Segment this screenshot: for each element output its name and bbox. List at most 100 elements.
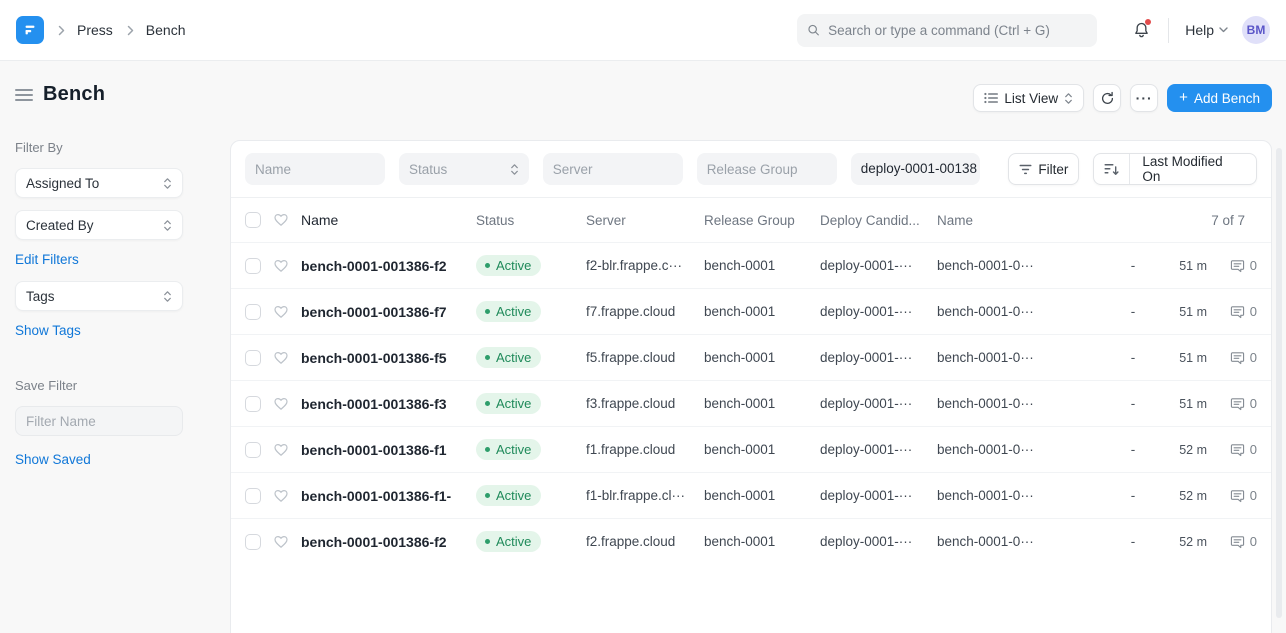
table-row[interactable]: bench-0001-001386-f1 Active f1.frappe.cl… [231,426,1271,472]
created-by-label: Created By [26,218,94,233]
name2-cell: bench-0001-0··· [937,304,1077,319]
column-name[interactable]: Name [301,212,338,228]
deploy-candidate-filter-input[interactable]: deploy-0001-00138 [851,153,981,185]
favorite-icon[interactable] [273,442,301,458]
row-checkbox[interactable] [245,534,261,550]
search-input[interactable] [828,23,1087,38]
favorite-icon[interactable] [273,488,301,504]
favorite-icon[interactable] [273,534,301,550]
filter-name-input[interactable] [15,406,183,436]
comments-cell[interactable]: 0 [1207,258,1257,273]
status-label: Active [496,442,531,457]
table-row[interactable]: bench-0001-001386-f2 Active f2.frappe.cl… [231,518,1271,564]
table-row[interactable]: bench-0001-001386-f2 Active f2-blr.frapp… [231,242,1271,288]
deploy-info-cell: - [1115,258,1151,273]
created-by-select[interactable]: Created By [15,210,183,240]
table-row[interactable]: bench-0001-001386-f3 Active f3.frappe.cl… [231,380,1271,426]
status-dot-icon [485,447,490,452]
sort-field-label: Last Modified On [1130,154,1256,184]
status-badge: Active [476,439,541,460]
column-server[interactable]: Server [586,213,704,228]
filter-by-label: Filter By [15,140,183,155]
page-header: Bench [15,83,105,106]
comments-cell[interactable]: 0 [1207,442,1257,457]
status-label: Active [496,488,531,503]
sidebar-toggle-icon[interactable] [15,87,33,103]
column-release-group[interactable]: Release Group [704,213,820,228]
column-name2[interactable]: Name [937,213,1077,228]
status-filter-label: Status [409,162,447,177]
bench-name[interactable]: bench-0001-001386-f2 [301,258,447,274]
row-checkbox[interactable] [245,488,261,504]
row-checkbox[interactable] [245,442,261,458]
table-row[interactable]: bench-0001-001386-f7 Active f7.frappe.cl… [231,288,1271,334]
comments-cell[interactable]: 0 [1207,534,1257,549]
row-checkbox[interactable] [245,258,261,274]
more-options-button[interactable]: ··· [1130,84,1158,112]
column-status[interactable]: Status [476,213,586,228]
comments-cell[interactable]: 0 [1207,304,1257,319]
sort-button[interactable]: Last Modified On [1093,153,1257,185]
modified-cell: 52 m [1151,535,1207,549]
deploy-info-cell: - [1115,534,1151,549]
release-group-cell: bench-0001 [704,488,820,503]
status-label: Active [496,396,531,411]
add-bench-button[interactable]: + Add Bench [1167,84,1272,112]
favorite-icon[interactable] [273,396,301,412]
comment-icon [1230,397,1245,411]
view-switcher-button[interactable]: List View [973,84,1084,112]
breadcrumb-bench[interactable]: Bench [146,22,186,38]
page-title: Bench [43,83,105,106]
filter-button[interactable]: Filter [1008,153,1079,185]
help-menu[interactable]: Help [1185,22,1228,38]
table-row[interactable]: bench-0001-001386-f5 Active f5.frappe.cl… [231,334,1271,380]
show-saved-link[interactable]: Show Saved [15,452,91,467]
edit-filters-link[interactable]: Edit Filters [15,252,79,267]
refresh-button[interactable] [1093,84,1121,112]
tags-select[interactable]: Tags [15,281,183,311]
modified-cell: 52 m [1151,489,1207,503]
notifications-bell-icon[interactable] [1130,19,1152,41]
release-group-cell: bench-0001 [704,396,820,411]
vertical-scrollbar[interactable] [1276,148,1282,618]
server-filter-input[interactable] [543,153,683,185]
deploy-candidate-cell: deploy-0001-··· [820,304,937,319]
chevron-up-down-icon [1064,92,1073,105]
bench-name[interactable]: bench-0001-001386-f1 [301,442,447,458]
table-row[interactable]: bench-0001-001386-f1- Active f1-blr.frap… [231,472,1271,518]
release-group-filter-input[interactable] [697,153,837,185]
column-deploy-candidate[interactable]: Deploy Candid... [820,213,937,228]
comments-cell[interactable]: 0 [1207,488,1257,503]
modified-cell: 52 m [1151,443,1207,457]
frappe-logo-icon[interactable] [16,16,44,44]
row-checkbox[interactable] [245,350,261,366]
bench-name[interactable]: bench-0001-001386-f1- [301,488,451,504]
favorite-icon[interactable] [273,258,301,274]
name2-cell: bench-0001-0··· [937,396,1077,411]
favorite-icon[interactable] [273,350,301,366]
select-all-checkbox[interactable] [245,212,261,228]
row-checkbox[interactable] [245,396,261,412]
favorite-icon[interactable] [273,304,301,320]
server-cell: f5.frappe.cloud [586,350,704,365]
comment-icon [1230,351,1245,365]
status-filter-select[interactable]: Status [399,153,529,185]
show-tags-link[interactable]: Show Tags [15,323,81,338]
bench-name[interactable]: bench-0001-001386-f3 [301,396,447,412]
bench-name[interactable]: bench-0001-001386-f7 [301,304,447,320]
server-cell: f2-blr.frappe.c··· [586,258,704,273]
bench-name[interactable]: bench-0001-001386-f5 [301,350,447,366]
comments-cell[interactable]: 0 [1207,350,1257,365]
comment-count: 0 [1250,350,1257,365]
comments-cell[interactable]: 0 [1207,396,1257,411]
breadcrumb-press[interactable]: Press [77,22,113,38]
assigned-to-select[interactable]: Assigned To [15,168,183,198]
name-filter-input[interactable] [245,153,385,185]
row-checkbox[interactable] [245,304,261,320]
bench-name[interactable]: bench-0001-001386-f2 [301,534,447,550]
avatar[interactable]: BM [1242,16,1270,44]
plus-icon: + [1179,90,1188,105]
status-dot-icon [485,355,490,360]
release-group-cell: bench-0001 [704,534,820,549]
command-search[interactable] [797,14,1097,47]
